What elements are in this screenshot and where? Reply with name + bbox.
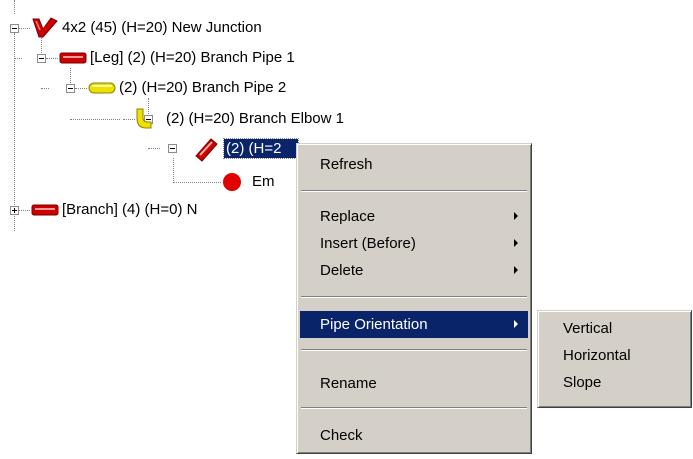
menu-item-label: Insert (Before): [320, 235, 416, 252]
tree-item-branch[interactable]: [Branch] (4) (H=0) N: [60, 200, 298, 219]
submenu-item-horizontal[interactable]: Horizontal: [541, 342, 688, 369]
tree-guide-line: [14, 0, 15, 14]
tree-item-pipe-2[interactable]: (2) (H=20) Branch Pipe 2: [117, 78, 288, 97]
menu-item-label: Delete: [320, 262, 364, 279]
menu-item-rename[interactable]: Rename: [300, 370, 528, 397]
tree-guide-line: [41, 88, 49, 89]
menu-item-check[interactable]: Check: [300, 422, 528, 449]
menu-separator: [301, 296, 527, 298]
tree-item-leg[interactable]: [Leg] (2) (H=20) Branch Pipe 1: [88, 48, 297, 67]
red-pipe-icon: [59, 52, 87, 64]
submenu-item-vertical[interactable]: Vertical: [541, 315, 688, 342]
tree-guide-line: [46, 58, 58, 59]
submenu-arrow-icon: [514, 320, 518, 328]
tree-item-junction[interactable]: 4x2 (45) (H=20) New Junction: [60, 18, 264, 37]
pipe-orientation-submenu: Vertical Horizontal Slope: [537, 310, 692, 408]
tree-guide-line: [173, 158, 174, 183]
menu-separator: [301, 190, 527, 192]
tree-guide-line: [148, 148, 160, 149]
tree-guide-line: [18, 28, 30, 29]
tree-guide-line: [18, 210, 30, 211]
collapse-toggle[interactable]: [10, 24, 19, 33]
menu-item-refresh[interactable]: Refresh: [300, 151, 528, 178]
junction-icon: [32, 17, 58, 38]
menu-item-label: Pipe Orientation: [320, 316, 428, 333]
tree-guide-line: [14, 58, 22, 59]
context-menu: Refresh Replace Insert (Before) Delete P…: [296, 143, 532, 454]
menu-item-replace[interactable]: Replace: [300, 203, 528, 230]
tree-item-elbow-1[interactable]: (2) (H=20) Branch Elbow 1: [164, 109, 346, 128]
submenu-arrow-icon: [514, 266, 518, 274]
red-pipe-icon: [31, 204, 59, 216]
diagonal-pipe-icon: [195, 138, 218, 162]
yellow-pipe-icon: [88, 82, 116, 94]
menu-separator: [301, 407, 527, 409]
collapse-toggle[interactable]: [37, 54, 46, 63]
expand-toggle[interactable]: [10, 206, 19, 215]
menu-item-pipe-orientation[interactable]: Pipe Orientation: [300, 311, 528, 338]
collapse-toggle[interactable]: [168, 144, 177, 153]
tree-guide-line: [14, 33, 15, 231]
tree-item-end[interactable]: Em: [250, 172, 277, 191]
elbow-icon: [136, 108, 152, 129]
tree-guide-line: [75, 88, 87, 89]
menu-item-label: Replace: [320, 208, 376, 225]
menu-item-delete[interactable]: Delete: [300, 257, 528, 284]
menu-item-insert-before[interactable]: Insert (Before): [300, 230, 528, 257]
tree-guide-line: [70, 119, 120, 120]
submenu-arrow-icon: [514, 239, 518, 247]
red-circle-icon: [223, 173, 241, 191]
menu-separator: [301, 349, 527, 351]
submenu-item-slope[interactable]: Slope: [541, 369, 688, 396]
collapse-toggle[interactable]: [66, 84, 75, 93]
tree-guide-line: [173, 182, 221, 183]
submenu-arrow-icon: [514, 212, 518, 220]
tree-item-selected[interactable]: (2) (H=2: [223, 138, 299, 159]
